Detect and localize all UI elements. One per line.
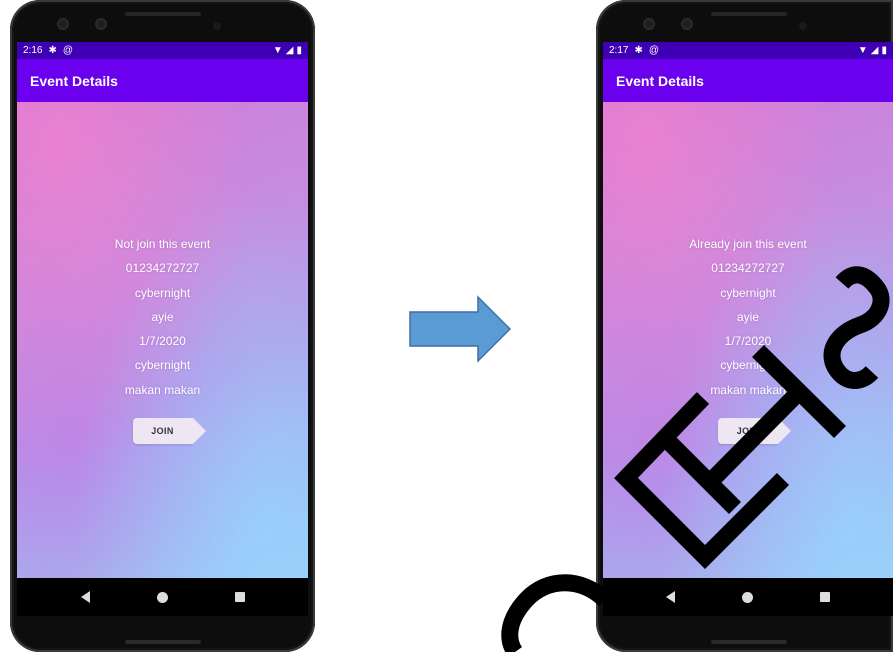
home-icon[interactable] [741, 591, 753, 603]
navigation-bar [17, 578, 308, 616]
join-status-text: Not join this event [114, 237, 211, 251]
app-bar: Event Details [603, 59, 893, 102]
earpiece-speaker [125, 12, 201, 16]
event-name: cybernight [134, 285, 191, 300]
event-organizer: ayie [151, 309, 174, 324]
bottom-speaker [711, 640, 787, 644]
recents-icon[interactable] [819, 592, 830, 602]
wifi-icon: ▼ [857, 45, 868, 56]
phone-after: 2:17 ✱ @ ▼ ◢ ▮ Event Details Already joi… [596, 0, 893, 652]
event-details-panel: Already join this event 01234272727 cybe… [603, 102, 893, 578]
event-venue: cybernight [134, 358, 191, 373]
battery-icon: ▮ [881, 45, 887, 56]
battery-icon: ▮ [296, 45, 302, 56]
page-title: Event Details [30, 72, 118, 89]
bottom-speaker [125, 640, 201, 644]
back-icon[interactable] [80, 591, 90, 603]
signal-icon: ◢ [870, 45, 879, 56]
home-icon[interactable] [156, 591, 168, 603]
event-description: makan makan [710, 382, 786, 397]
join-button[interactable]: JOIN [132, 418, 206, 445]
event-organizer: ayie [736, 309, 759, 324]
recents-icon[interactable] [234, 592, 245, 602]
event-phone: 01234272727 [711, 261, 785, 276]
event-date: 1/7/2020 [724, 334, 772, 349]
earpiece-speaker [711, 12, 787, 16]
screen: 2:17 ✱ @ ▼ ◢ ▮ Event Details Already joi… [603, 42, 893, 616]
at-sign-icon: @ [62, 45, 74, 56]
proximity-sensor-icon [213, 22, 221, 30]
screen: 2:16 ✱ @ ▼ ◢ ▮ Event Details Not join th… [17, 42, 308, 616]
front-camera-icon [681, 18, 693, 30]
gear-icon: ✱ [634, 45, 643, 56]
phone-before: 2:16 ✱ @ ▼ ◢ ▮ Event Details Not join th… [10, 0, 315, 652]
status-time: 2:16 [23, 45, 43, 56]
join-button[interactable]: JOIN [718, 418, 791, 445]
join-status-text: Already join this event [689, 237, 807, 251]
event-phone: 01234272727 [125, 261, 200, 276]
signal-icon: ◢ [285, 45, 294, 56]
status-bar: 2:16 ✱ @ ▼ ◢ ▮ [17, 42, 308, 59]
proximity-sensor-icon [799, 22, 807, 30]
event-details-panel: Not join this event 01234272727 cybernig… [17, 102, 308, 578]
app-bar: Event Details [17, 59, 308, 102]
event-description: makan makan [124, 382, 201, 397]
event-venue: cybernight [720, 358, 776, 373]
front-camera-icon [643, 18, 655, 30]
wifi-icon: ▼ [272, 45, 283, 56]
navigation-bar [603, 578, 893, 616]
gear-icon: ✱ [48, 45, 57, 56]
front-camera-icon [95, 18, 107, 30]
status-bar: 2:17 ✱ @ ▼ ◢ ▮ [603, 42, 893, 59]
front-camera-icon [57, 18, 69, 30]
at-sign-icon: @ [648, 45, 660, 56]
event-date: 1/7/2020 [139, 334, 186, 349]
event-name: cybernight [720, 285, 776, 300]
status-time: 2:17 [609, 45, 629, 56]
page-title: Event Details [616, 72, 704, 89]
right-arrow-icon [409, 295, 512, 363]
back-icon[interactable] [666, 591, 676, 603]
